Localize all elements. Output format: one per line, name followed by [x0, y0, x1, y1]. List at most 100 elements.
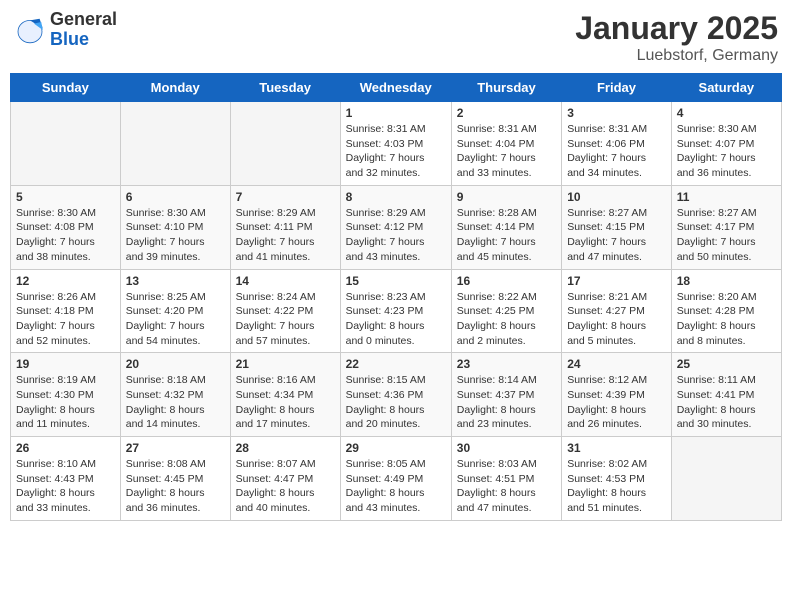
- day-info: Sunrise: 8:19 AM Sunset: 4:30 PM Dayligh…: [16, 373, 115, 432]
- day-number: 24: [567, 357, 666, 371]
- weekday-header: Monday: [120, 74, 230, 102]
- title-block: January 2025 Luebstorf, Germany: [575, 10, 778, 65]
- day-info: Sunrise: 8:03 AM Sunset: 4:51 PM Dayligh…: [457, 457, 556, 516]
- day-info: Sunrise: 8:31 AM Sunset: 4:06 PM Dayligh…: [567, 122, 666, 181]
- calendar-cell: 30 Sunrise: 8:03 AM Sunset: 4:51 PM Dayli…: [451, 437, 561, 521]
- calendar-week-row: 19 Sunrise: 8:19 AM Sunset: 4:30 PM Dayli…: [11, 353, 782, 437]
- calendar-cell: 3Sunrise: 8:31 AM Sunset: 4:06 PM Daylig…: [562, 102, 672, 186]
- day-info: Sunrise: 8:05 AM Sunset: 4:49 PM Dayligh…: [346, 457, 446, 516]
- calendar-cell: 26Sunrise: 8:10 AM Sunset: 4:43 PM Dayli…: [11, 437, 121, 521]
- day-info: Sunrise: 8:30 AM Sunset: 4:07 PM Dayligh…: [677, 122, 776, 181]
- calendar-cell: 18Sunrise: 8:20 AM Sunset: 4:28 PM Dayli…: [671, 269, 781, 353]
- weekday-header: Thursday: [451, 74, 561, 102]
- day-info: Sunrise: 8:28 AM Sunset: 4:14 PM Dayligh…: [457, 206, 556, 265]
- calendar-cell: 19 Sunrise: 8:19 AM Sunset: 4:30 PM Dayli…: [11, 353, 121, 437]
- calendar-cell: 9 Sunrise: 8:28 AM Sunset: 4:14 PM Daylig…: [451, 185, 561, 269]
- day-info: Sunrise: 8:12 AM Sunset: 4:39 PM Dayligh…: [567, 373, 666, 432]
- day-info: Sunrise: 8:22 AM Sunset: 4:25 PM Dayligh…: [457, 290, 556, 349]
- calendar-cell: 5 Sunrise: 8:30 AM Sunset: 4:08 PM Daylig…: [11, 185, 121, 269]
- location-text: Luebstorf, Germany: [575, 47, 778, 65]
- calendar-cell: [11, 102, 121, 186]
- day-info: Sunrise: 8:30 AM Sunset: 4:08 PM Dayligh…: [16, 206, 115, 265]
- logo-blue-text: Blue: [50, 30, 117, 50]
- calendar-cell: 12 Sunrise: 8:26 AM Sunset: 4:18 PM Dayli…: [11, 269, 121, 353]
- calendar-cell: 25Sunrise: 8:11 AM Sunset: 4:41 PM Dayli…: [671, 353, 781, 437]
- logo: General Blue: [14, 10, 117, 50]
- day-info: Sunrise: 8:16 AM Sunset: 4:34 PM Dayligh…: [236, 373, 335, 432]
- day-number: 2: [457, 106, 556, 120]
- calendar-cell: 6 Sunrise: 8:30 AM Sunset: 4:10 PM Daylig…: [120, 185, 230, 269]
- logo-icon: [14, 14, 46, 46]
- calendar-cell: 20 Sunrise: 8:18 AM Sunset: 4:32 PM Dayli…: [120, 353, 230, 437]
- calendar-cell: 7Sunrise: 8:29 AM Sunset: 4:11 PM Daylig…: [230, 185, 340, 269]
- day-info: Sunrise: 8:02 AM Sunset: 4:53 PM Dayligh…: [567, 457, 666, 516]
- day-info: Sunrise: 8:18 AM Sunset: 4:32 PM Dayligh…: [126, 373, 225, 432]
- day-info: Sunrise: 8:07 AM Sunset: 4:47 PM Dayligh…: [236, 457, 335, 516]
- calendar-cell: [671, 437, 781, 521]
- calendar-week-row: 12 Sunrise: 8:26 AM Sunset: 4:18 PM Dayli…: [11, 269, 782, 353]
- day-info: Sunrise: 8:21 AM Sunset: 4:27 PM Dayligh…: [567, 290, 666, 349]
- day-number: 31: [567, 441, 666, 455]
- day-info: Sunrise: 8:23 AM Sunset: 4:23 PM Dayligh…: [346, 290, 446, 349]
- day-number: 25: [677, 357, 776, 371]
- calendar-cell: 11Sunrise: 8:27 AM Sunset: 4:17 PM Dayli…: [671, 185, 781, 269]
- day-info: Sunrise: 8:15 AM Sunset: 4:36 PM Dayligh…: [346, 373, 446, 432]
- calendar-cell: 2 Sunrise: 8:31 AM Sunset: 4:04 PM Daylig…: [451, 102, 561, 186]
- calendar-header-row: SundayMondayTuesdayWednesdayThursdayFrid…: [11, 74, 782, 102]
- day-info: Sunrise: 8:08 AM Sunset: 4:45 PM Dayligh…: [126, 457, 225, 516]
- day-info: Sunrise: 8:26 AM Sunset: 4:18 PM Dayligh…: [16, 290, 115, 349]
- day-number: 8: [346, 190, 446, 204]
- day-number: 15: [346, 274, 446, 288]
- calendar-cell: 8 Sunrise: 8:29 AM Sunset: 4:12 PM Daylig…: [340, 185, 451, 269]
- calendar-cell: 16 Sunrise: 8:22 AM Sunset: 4:25 PM Dayli…: [451, 269, 561, 353]
- day-info: Sunrise: 8:30 AM Sunset: 4:10 PM Dayligh…: [126, 206, 225, 265]
- day-number: 14: [236, 274, 335, 288]
- calendar-cell: 13Sunrise: 8:25 AM Sunset: 4:20 PM Dayli…: [120, 269, 230, 353]
- calendar-cell: 27Sunrise: 8:08 AM Sunset: 4:45 PM Dayli…: [120, 437, 230, 521]
- month-title: January 2025: [575, 10, 778, 47]
- day-number: 12: [16, 274, 115, 288]
- day-number: 22: [346, 357, 446, 371]
- calendar-cell: 17 Sunrise: 8:21 AM Sunset: 4:27 PM Dayli…: [562, 269, 672, 353]
- calendar-week-row: 26Sunrise: 8:10 AM Sunset: 4:43 PM Dayli…: [11, 437, 782, 521]
- weekday-header: Saturday: [671, 74, 781, 102]
- day-number: 29: [346, 441, 446, 455]
- calendar-cell: 15 Sunrise: 8:23 AM Sunset: 4:23 PM Dayli…: [340, 269, 451, 353]
- day-info: Sunrise: 8:27 AM Sunset: 4:17 PM Dayligh…: [677, 206, 776, 265]
- day-info: Sunrise: 8:31 AM Sunset: 4:03 PM Dayligh…: [346, 122, 446, 181]
- logo-general-text: General: [50, 10, 117, 30]
- day-number: 19: [16, 357, 115, 371]
- calendar-cell: 29 Sunrise: 8:05 AM Sunset: 4:49 PM Dayli…: [340, 437, 451, 521]
- day-info: Sunrise: 8:25 AM Sunset: 4:20 PM Dayligh…: [126, 290, 225, 349]
- logo-text: General Blue: [50, 10, 117, 50]
- calendar-cell: [120, 102, 230, 186]
- day-info: Sunrise: 8:24 AM Sunset: 4:22 PM Dayligh…: [236, 290, 335, 349]
- page-header: General Blue January 2025 Luebstorf, Ger…: [10, 10, 782, 65]
- calendar-cell: 24 Sunrise: 8:12 AM Sunset: 4:39 PM Dayli…: [562, 353, 672, 437]
- day-number: 17: [567, 274, 666, 288]
- calendar-cell: 14 Sunrise: 8:24 AM Sunset: 4:22 PM Dayli…: [230, 269, 340, 353]
- day-number: 9: [457, 190, 556, 204]
- calendar-week-row: 1 Sunrise: 8:31 AM Sunset: 4:03 PM Daylig…: [11, 102, 782, 186]
- calendar-table: SundayMondayTuesdayWednesdayThursdayFrid…: [10, 73, 782, 521]
- day-number: 6: [126, 190, 225, 204]
- day-number: 21: [236, 357, 335, 371]
- weekday-header: Tuesday: [230, 74, 340, 102]
- day-info: Sunrise: 8:29 AM Sunset: 4:12 PM Dayligh…: [346, 206, 446, 265]
- day-info: Sunrise: 8:27 AM Sunset: 4:15 PM Dayligh…: [567, 206, 666, 265]
- calendar-cell: 10 Sunrise: 8:27 AM Sunset: 4:15 PM Dayli…: [562, 185, 672, 269]
- calendar-cell: [230, 102, 340, 186]
- calendar-cell: 4 Sunrise: 8:30 AM Sunset: 4:07 PM Daylig…: [671, 102, 781, 186]
- day-info: Sunrise: 8:31 AM Sunset: 4:04 PM Dayligh…: [457, 122, 556, 181]
- day-number: 1: [346, 106, 446, 120]
- day-number: 10: [567, 190, 666, 204]
- day-number: 20: [126, 357, 225, 371]
- day-number: 30: [457, 441, 556, 455]
- weekday-header: Sunday: [11, 74, 121, 102]
- day-number: 16: [457, 274, 556, 288]
- calendar-cell: 1 Sunrise: 8:31 AM Sunset: 4:03 PM Daylig…: [340, 102, 451, 186]
- day-number: 28: [236, 441, 335, 455]
- day-number: 4: [677, 106, 776, 120]
- calendar-cell: 21 Sunrise: 8:16 AM Sunset: 4:34 PM Dayli…: [230, 353, 340, 437]
- day-number: 5: [16, 190, 115, 204]
